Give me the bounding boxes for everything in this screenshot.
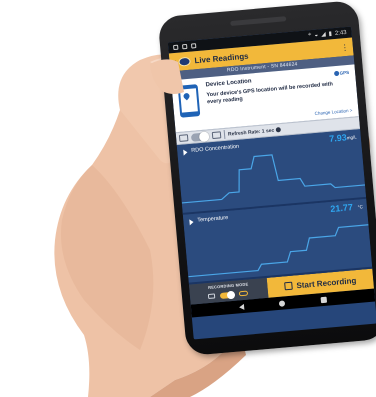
battery-icon: ▮ <box>328 31 333 38</box>
phone-location-icon <box>177 84 201 118</box>
usb-icon <box>190 43 197 49</box>
phone-device: ⌖ ◒ ◢ ▮ 2:43 ‹ Live Readings ⋮ RDO Instr… <box>157 0 376 357</box>
brand-logo <box>178 56 191 67</box>
gear-icon[interactable] <box>276 127 282 133</box>
earpiece-speaker <box>230 16 287 27</box>
view-toggle[interactable] <box>190 130 210 142</box>
clock: 2:43 <box>334 29 347 37</box>
chart-view-icon[interactable] <box>178 134 189 142</box>
nav-recents-icon[interactable] <box>320 296 328 303</box>
app-screen: ⌖ ◒ ◢ ▮ 2:43 ‹ Live Readings ⋮ RDO Instr… <box>167 26 376 340</box>
more-vert-icon[interactable]: ⋮ <box>340 42 349 52</box>
gps-label: GPS <box>339 69 350 76</box>
refresh-rate-label: Refresh Rate: 1 sec <box>227 127 275 138</box>
chart-unit: mg/L <box>346 134 357 141</box>
nav-back-icon[interactable] <box>238 303 245 310</box>
expand-arrow-icon[interactable] <box>183 149 188 156</box>
recording-mode-toggle[interactable] <box>219 290 236 300</box>
list-view-icon[interactable] <box>211 131 222 140</box>
record-icon <box>284 281 293 291</box>
location-heading: Device Location <box>205 78 252 89</box>
chevron-left-icon[interactable]: ‹ <box>173 57 177 67</box>
camera-icon[interactable] <box>207 293 216 300</box>
wifi-icon: ◒ <box>314 31 319 39</box>
refresh-rate-control[interactable]: Refresh Rate: 1 sec <box>227 127 282 138</box>
chart-unit: °C <box>357 204 364 210</box>
expand-arrow-icon[interactable] <box>189 219 194 226</box>
start-recording-label: Start Recording <box>296 275 357 290</box>
notification-icon <box>173 44 179 51</box>
continuous-mode-icon[interactable] <box>238 290 249 297</box>
signal-icon: ◢ <box>320 31 326 39</box>
nav-home-icon[interactable] <box>279 299 286 307</box>
change-location-link[interactable]: Change Location > <box>314 108 352 116</box>
toolbar-divider <box>223 129 226 139</box>
image-notification-icon <box>182 43 188 50</box>
location-status-icon: ⌖ <box>307 32 312 39</box>
